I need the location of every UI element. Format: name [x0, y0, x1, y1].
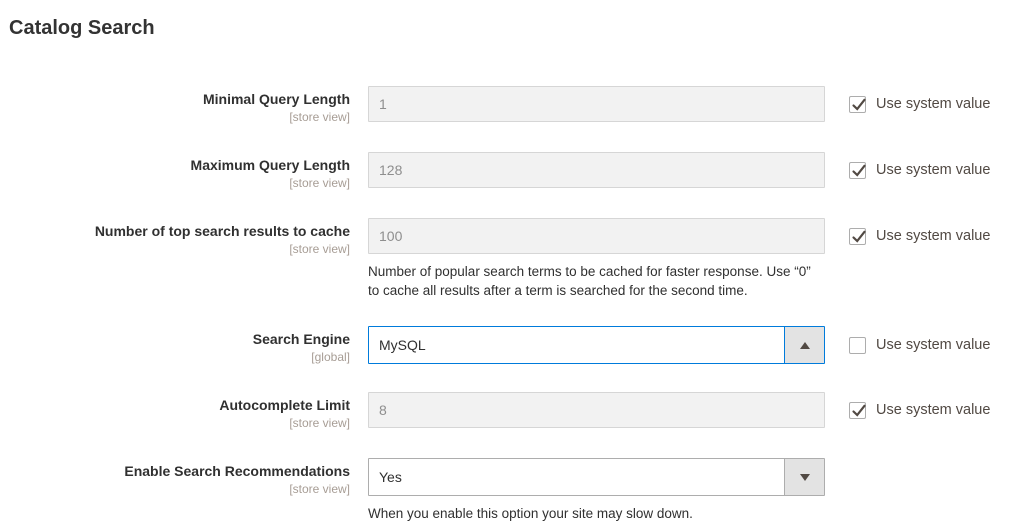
use-system-label: Use system value [876, 228, 991, 244]
use-system-value-group: Use system value [849, 152, 990, 188]
triangle-up-icon [799, 341, 810, 349]
select-arrow-button[interactable] [784, 327, 824, 363]
use-system-value-group: Use system value [849, 392, 990, 428]
row-autocomplete-limit: Autocomplete Limit [store view] Use syst… [8, 392, 1024, 432]
row-maximum-query-length: Maximum Query Length [store view] Use sy… [8, 152, 1024, 192]
use-system-checkbox[interactable] [849, 401, 866, 419]
search-engine-label: Search Engine [252, 331, 350, 347]
row-top-search-results-cache: Number of top search results to cache [s… [8, 218, 1024, 300]
autocomplete-limit-input [368, 392, 825, 428]
minimal-query-length-scope: [store view] [289, 110, 350, 124]
top-search-results-cache-input [368, 218, 825, 254]
use-system-value-group: Use system value [849, 326, 990, 364]
top-search-results-cache-label: Number of top search results to cache [94, 223, 350, 239]
select-arrow-button[interactable] [784, 459, 824, 495]
top-search-results-cache-note: Number of popular search terms to be cac… [368, 264, 811, 298]
page-title: Catalog Search [9, 17, 155, 39]
check-icon [852, 230, 866, 243]
row-search-engine: Search Engine [global] MySQL Use system … [8, 326, 1024, 366]
enable-search-recommendations-label: Enable Search Recommendations [124, 463, 350, 479]
use-system-checkbox[interactable] [849, 227, 866, 245]
autocomplete-limit-label: Autocomplete Limit [219, 397, 350, 413]
enable-search-recommendations-scope: [store view] [289, 482, 350, 496]
enable-search-recommendations-selected-value: Yes [379, 469, 402, 485]
minimal-query-length-label: Minimal Query Length [202, 91, 350, 107]
search-engine-scope: [global] [311, 350, 350, 364]
check-icon [852, 164, 866, 177]
use-system-label: Use system value [876, 402, 991, 418]
triangle-down-icon [799, 473, 810, 481]
catalog-search-page: Catalog Search Minimal Query Length [sto… [0, 0, 1024, 522]
use-system-label: Use system value [876, 337, 991, 353]
use-system-value-group: Use system value [849, 86, 990, 122]
top-search-results-cache-scope: [store view] [289, 242, 350, 256]
enable-search-recommendations-select[interactable]: Yes [368, 458, 825, 496]
autocomplete-limit-scope: [store view] [289, 416, 350, 430]
use-system-label: Use system value [876, 162, 991, 178]
use-system-label: Use system value [876, 96, 991, 112]
minimal-query-length-input [368, 86, 825, 122]
row-minimal-query-length: Minimal Query Length [store view] Use sy… [8, 86, 1024, 126]
maximum-query-length-label: Maximum Query Length [190, 157, 350, 173]
maximum-query-length-input [368, 152, 825, 188]
use-system-checkbox[interactable] [849, 95, 866, 113]
use-system-value-group: Use system value [849, 218, 990, 254]
enable-search-recommendations-note: When you enable this option your site ma… [368, 506, 693, 521]
check-icon [852, 404, 866, 417]
search-engine-selected-value: MySQL [379, 337, 426, 353]
check-icon [852, 98, 866, 111]
row-enable-search-recommendations: Enable Search Recommendations [store vie… [8, 458, 1024, 522]
search-engine-select[interactable]: MySQL [368, 326, 825, 364]
use-system-checkbox[interactable] [849, 336, 866, 354]
use-system-checkbox[interactable] [849, 161, 866, 179]
maximum-query-length-scope: [store view] [289, 176, 350, 190]
catalog-search-form: Minimal Query Length [store view] Use sy… [0, 86, 1024, 522]
